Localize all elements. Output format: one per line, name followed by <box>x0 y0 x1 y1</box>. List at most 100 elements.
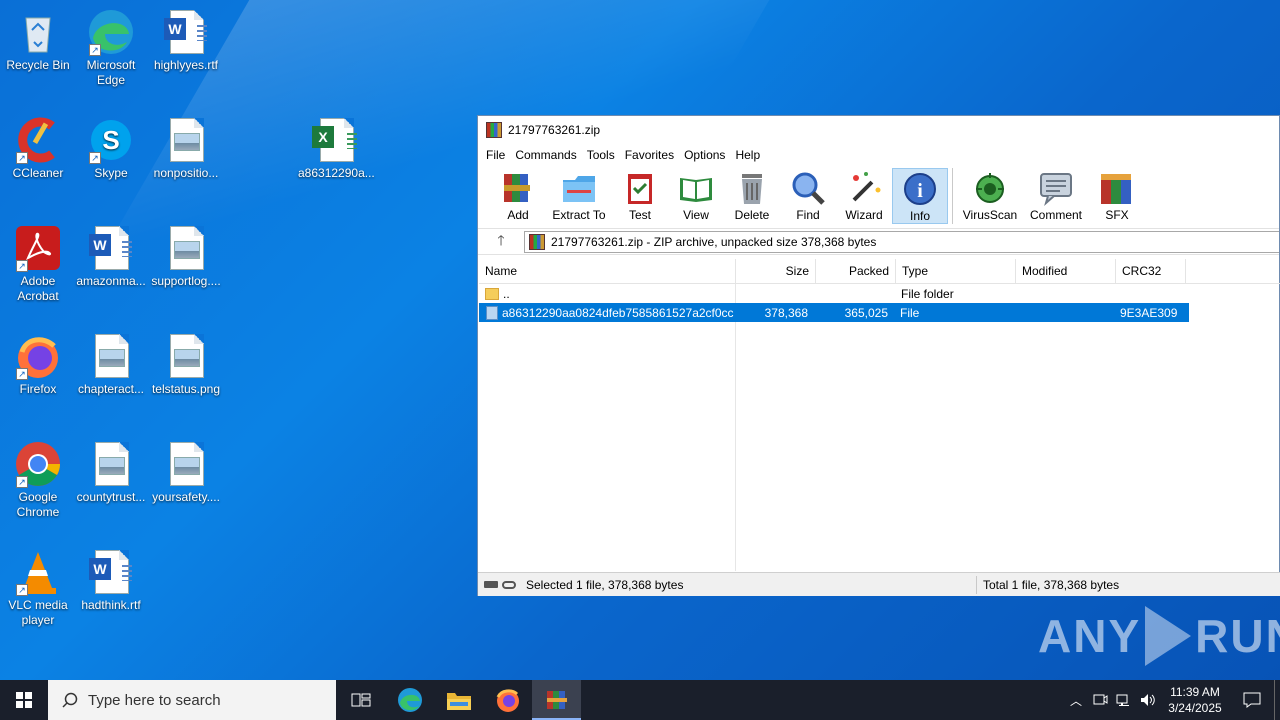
edge-icon <box>397 688 422 712</box>
desktop-icon-google-chrome[interactable]: ↗ Google Chrome <box>0 440 76 520</box>
test-clipboard-icon <box>622 170 658 206</box>
test-label: Test <box>628 208 651 222</box>
menu-help[interactable]: Help <box>735 148 768 162</box>
desktop-icon-supportlog[interactable]: supportlog.... <box>148 224 224 289</box>
row-name: a86312290aa0824dfeb7585861527a2cf0cc8... <box>502 305 734 320</box>
taskbar-winrar[interactable] <box>532 680 581 720</box>
delete-button[interactable]: Delete <box>724 168 780 224</box>
svg-text:S: S <box>102 125 119 155</box>
desktop-icon-recycle-bin[interactable]: Recycle Bin <box>0 8 76 73</box>
address-field[interactable]: 21797763261.zip - ZIP archive, unpacked … <box>524 230 1279 253</box>
chevron-up-icon[interactable]: ︿ <box>1064 692 1088 709</box>
up-arrow-icon[interactable]: 🡑 <box>478 230 524 254</box>
image-file-icon <box>162 440 210 488</box>
menu-favorites[interactable]: Favorites <box>625 148 682 162</box>
meet-now-icon[interactable] <box>1088 693 1112 707</box>
info-icon: i <box>902 171 938 207</box>
notification-icon[interactable] <box>1230 692 1274 708</box>
watermark-right: RUN <box>1195 610 1280 662</box>
search-icon <box>62 692 78 708</box>
column-headers: Name Size Packed Type Modified CRC32 <box>479 258 1280 284</box>
table-row[interactable]: .. File folder <box>479 284 1189 303</box>
winrar-window[interactable]: 21797763261.zip File Commands Tools Favo… <box>477 115 1280 596</box>
column-crc32[interactable]: CRC32 <box>1116 258 1186 284</box>
clock[interactable]: 11:39 AM 3/24/2025 <box>1160 684 1230 716</box>
task-view-button[interactable] <box>336 680 385 720</box>
desktop-icon-label: Skype <box>94 166 128 180</box>
desktop-icon-amazonma[interactable]: W amazonma... <box>73 224 149 289</box>
status-total: Total 1 file, 378,368 bytes <box>983 577 1120 592</box>
show-desktop-button[interactable] <box>1274 680 1280 720</box>
start-button[interactable] <box>0 680 48 720</box>
virus-bug-icon <box>972 170 1008 206</box>
column-type[interactable]: Type <box>896 258 1016 284</box>
clock-date: 3/24/2025 <box>1168 701 1222 715</box>
add-button[interactable]: Add <box>490 168 546 224</box>
desktop-icon-hadthink[interactable]: W hadthink.rtf <box>73 548 149 613</box>
column-size[interactable]: Size <box>736 258 816 284</box>
taskbar-search-box[interactable]: Type here to search <box>48 680 336 720</box>
folder-icon <box>485 287 499 300</box>
extract-to-button[interactable]: Extract To <box>546 168 612 224</box>
row-type: File <box>900 305 920 320</box>
column-modified[interactable]: Modified <box>1016 258 1116 284</box>
volume-icon[interactable] <box>1136 693 1160 707</box>
windows-logo-icon <box>16 692 32 708</box>
sfx-archive-icon <box>1099 170 1135 206</box>
desktop-icon-countytrust[interactable]: countytrust... <box>73 440 149 505</box>
virusscan-label: VirusScan <box>962 208 1018 222</box>
desktop-icon-adobe-acrobat[interactable]: ↗ Adobe Acrobat <box>0 224 76 304</box>
window-titlebar[interactable]: 21797763261.zip <box>478 116 1279 144</box>
find-button[interactable]: Find <box>780 168 836 224</box>
taskbar-edge[interactable] <box>385 680 434 720</box>
taskbar-firefox[interactable] <box>483 680 532 720</box>
view-button[interactable]: View <box>668 168 724 224</box>
comment-label: Comment <box>1029 208 1082 222</box>
desktop-icon-label: telstatus.png <box>151 382 221 396</box>
toolbar: Add Extract To Test View Delete Find Wiz… <box>478 166 1279 228</box>
extract-folder-icon <box>561 170 597 206</box>
column-name[interactable]: Name <box>479 258 736 284</box>
test-button[interactable]: Test <box>612 168 668 224</box>
menu-commands[interactable]: Commands <box>515 148 584 162</box>
desktop-icon-vlc[interactable]: ↗ VLC media player <box>0 548 76 628</box>
desktop-icon-telstatus[interactable]: telstatus.png <box>148 332 224 397</box>
info-button[interactable]: i Info <box>892 168 948 224</box>
sfx-label: SFX <box>1105 208 1129 222</box>
sfx-button[interactable]: SFX <box>1089 168 1145 224</box>
clock-time: 11:39 AM <box>1170 685 1220 699</box>
network-icon[interactable] <box>1112 693 1136 707</box>
file-list[interactable]: Name Size Packed Type Modified CRC32 .. … <box>479 258 1280 571</box>
desktop-icon-label: Microsoft Edge <box>86 58 136 87</box>
drive-key-icon[interactable] <box>484 580 516 589</box>
status-bar: Selected 1 file, 378,368 bytes Total 1 f… <box>478 572 1280 596</box>
desktop-icon-nonpositio[interactable]: nonpositio... <box>148 116 224 181</box>
column-packed[interactable]: Packed <box>816 258 896 284</box>
virusscan-button[interactable]: VirusScan <box>957 168 1023 224</box>
watermark-left: ANY <box>1038 610 1142 662</box>
taskbar-file-explorer[interactable] <box>434 680 483 720</box>
menu-file[interactable]: File <box>486 148 513 162</box>
menu-options[interactable]: Options <box>684 148 733 162</box>
comment-button[interactable]: Comment <box>1023 168 1089 224</box>
row-size: 378,368 <box>764 305 808 320</box>
desktop-icon-highlyyes[interactable]: W highlyyes.rtf <box>148 8 224 73</box>
desktop-icon-firefox[interactable]: ↗ Firefox <box>0 332 76 397</box>
desktop-icon-ccleaner[interactable]: ↗ CCleaner <box>0 116 76 181</box>
status-selected: Selected 1 file, 378,368 bytes <box>526 577 684 592</box>
desktop-icon-label: hadthink.rtf <box>81 598 141 612</box>
desktop-icon-label: Firefox <box>19 382 57 396</box>
desktop-icon-label: countytrust... <box>76 490 146 504</box>
info-label: Info <box>909 209 930 223</box>
desktop-icon-a86312290a[interactable]: X a86312290a... <box>298 116 375 181</box>
desktop-icon-yoursafety[interactable]: yoursafety.... <box>148 440 224 505</box>
menu-tools[interactable]: Tools <box>587 148 623 162</box>
address-text: 21797763261.zip - ZIP archive, unpacked … <box>551 234 877 249</box>
table-row-selected[interactable]: a86312290aa0824dfeb7585861527a2cf0cc8...… <box>479 303 1189 322</box>
desktop-icon-skype[interactable]: S ↗ Skype <box>73 116 149 181</box>
desktop-icon-chapteract[interactable]: chapteract... <box>73 332 149 397</box>
desktop-icon-label: supportlog.... <box>151 274 221 288</box>
desktop-icon-microsoft-edge[interactable]: ↗ Microsoft Edge <box>73 8 149 88</box>
wizard-button[interactable]: Wizard <box>836 168 892 224</box>
extract-to-label: Extract To <box>552 208 606 222</box>
